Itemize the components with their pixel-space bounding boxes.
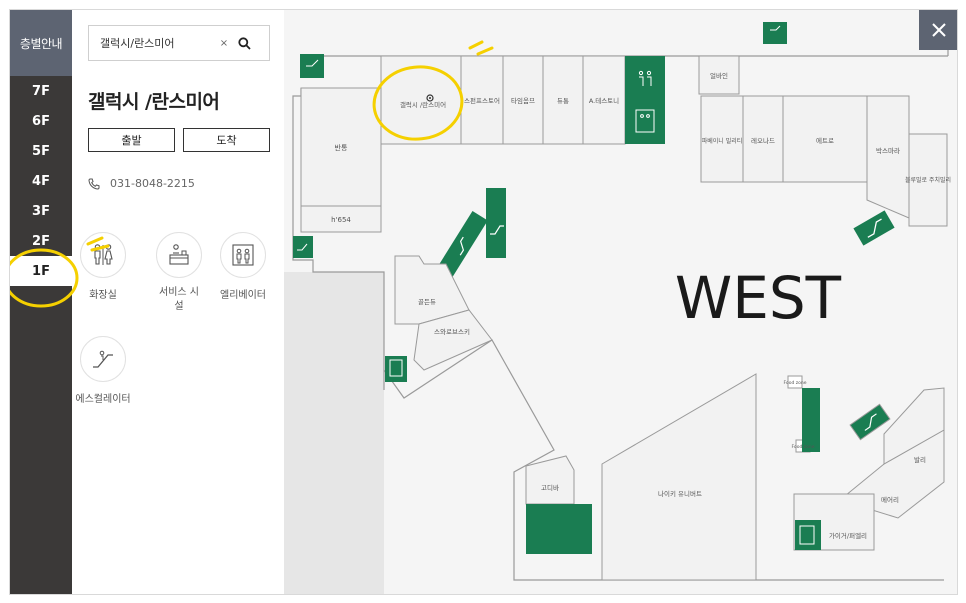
label-shop4: 듀통 <box>557 97 569 105</box>
search-icon <box>237 36 251 50</box>
floor-4f[interactable]: 4F <box>10 166 72 196</box>
void-area <box>284 272 384 594</box>
label-bandong: 반통 <box>335 143 348 152</box>
map-escalator-center-2[interactable] <box>486 188 506 258</box>
close-button[interactable] <box>919 10 957 50</box>
escalator-icon <box>93 350 113 368</box>
amenity-elevator[interactable]: 엘리베이터 <box>212 232 274 301</box>
amenity-escalator-label: 에스컬레이터 <box>75 394 131 405</box>
store-nike[interactable] <box>601 373 757 581</box>
amenity-service[interactable]: 서비스 시설 <box>148 232 210 314</box>
map-elevator-4[interactable] <box>795 520 821 550</box>
elevator-icon <box>232 244 254 266</box>
phone-number: 031-8048-2215 <box>110 177 195 190</box>
map-elevator-2[interactable] <box>625 100 665 144</box>
label-maxmara: 박스마라 <box>876 146 900 155</box>
label-h654: h'654 <box>331 216 351 224</box>
label-swarovski: 스와로브스키 <box>434 327 470 336</box>
floor-map[interactable]: 반통 h'654 갤럭시 /란스미어 스펀프스토어 타임옴므 듀통 A.테스토니… <box>284 10 957 594</box>
label-gaigapa: 가이거/퍼엘리 <box>829 531 867 540</box>
label-tiffany: 메어리 <box>881 495 899 504</box>
label-nike: 나이키 유니버트 <box>658 489 702 498</box>
amenity-escalator-button[interactable] <box>80 336 126 382</box>
top-store-row <box>300 55 948 233</box>
amenity-restroom-button[interactable] <box>80 232 126 278</box>
amenity-restroom-label: 화장실 <box>89 290 117 301</box>
store-title: 갤럭시 /란스미어 <box>88 91 220 113</box>
amenity-elevator-button[interactable] <box>220 232 266 278</box>
store-phone: 031-8048-2215 <box>88 177 195 190</box>
amenity-elevator-label: 엘리베이터 <box>220 290 266 301</box>
store-maxmara[interactable] <box>866 95 910 219</box>
label-godiva: 고디바 <box>541 483 559 492</box>
route-buttons: 출발 도착 <box>88 128 270 152</box>
map-facility-bottom[interactable] <box>526 504 592 554</box>
label-ujunin: 얼바인 <box>710 71 728 80</box>
depart-button[interactable]: 출발 <box>88 128 175 152</box>
phone-icon <box>88 178 100 190</box>
store-info-panel: × 갤럭시 /란스미어 출발 도착 031-8048-2215 <box>72 10 284 594</box>
floor-6f[interactable]: 6F <box>10 106 72 136</box>
label-leonard: 레오나드 <box>751 136 775 145</box>
app-frame: 층별안내 7F 6F 5F 4F 3F 2F 1F × 갤럭시 /란스미어 출발 <box>9 9 958 595</box>
amenity-escalator[interactable]: 에스컬레이터 <box>72 336 134 405</box>
floor-1f[interactable]: 1F <box>10 256 72 286</box>
search-button[interactable] <box>232 31 256 55</box>
amenity-service-label: 서비스 시설 <box>159 287 199 312</box>
floor-rail: 층별안내 7F 6F 5F 4F 3F 2F 1F <box>10 10 72 594</box>
close-icon <box>932 23 946 37</box>
floor-guide-header: 층별안내 <box>10 10 72 76</box>
service-desk-icon <box>169 244 189 265</box>
label-food1: Food zone <box>784 380 807 386</box>
label-bally: 발리 <box>914 455 926 464</box>
store-godiva[interactable] <box>525 455 575 505</box>
middle-left-stores <box>385 255 493 382</box>
floor-2f[interactable]: 2F <box>10 226 72 256</box>
label-goldenju: 골든듀 <box>418 298 436 306</box>
map-escalator-right[interactable] <box>853 210 895 246</box>
restroom-icon <box>94 244 113 265</box>
store-galaxy[interactable] <box>380 55 462 145</box>
amenity-restroom[interactable]: 화장실 <box>72 232 134 301</box>
bottom-stores <box>525 373 945 581</box>
floor-plan: 반통 h'654 갤럭시 /란스미어 스펀프스토어 타임옴므 듀통 A.테스토니… <box>284 22 951 594</box>
floor-7f[interactable]: 7F <box>10 76 72 106</box>
amenity-service-button[interactable] <box>156 232 202 278</box>
label-shop5: A.테스토니 <box>589 96 619 105</box>
map-facility-left[interactable] <box>293 236 313 258</box>
floor-list: 7F 6F 5F 4F 3F 2F 1F <box>10 76 72 286</box>
map-escalator-bottom[interactable] <box>802 388 820 452</box>
label-galaxy: 갤럭시 /란스미어 <box>400 100 446 109</box>
store-search: × <box>88 25 270 61</box>
label-shop3: 타임옴므 <box>511 96 535 105</box>
label-etro: 에트로 <box>816 136 834 145</box>
floor-5f[interactable]: 5F <box>10 136 72 166</box>
clear-search-button[interactable]: × <box>216 38 232 49</box>
label-blumarine: 블루밀로 주치밀리 <box>905 176 951 184</box>
label-food2: Food zone <box>792 444 815 450</box>
arrive-button[interactable]: 도착 <box>183 128 270 152</box>
search-input[interactable] <box>100 36 216 50</box>
map-elevator-1[interactable] <box>625 56 665 100</box>
label-shop2: 스펀프스토어 <box>464 96 500 105</box>
floor-3f[interactable]: 3F <box>10 196 72 226</box>
map-facility-top[interactable] <box>763 22 787 44</box>
label-ferragamo: 파베이니 밀리티 <box>702 137 743 145</box>
zone-label: WEST <box>675 264 842 332</box>
